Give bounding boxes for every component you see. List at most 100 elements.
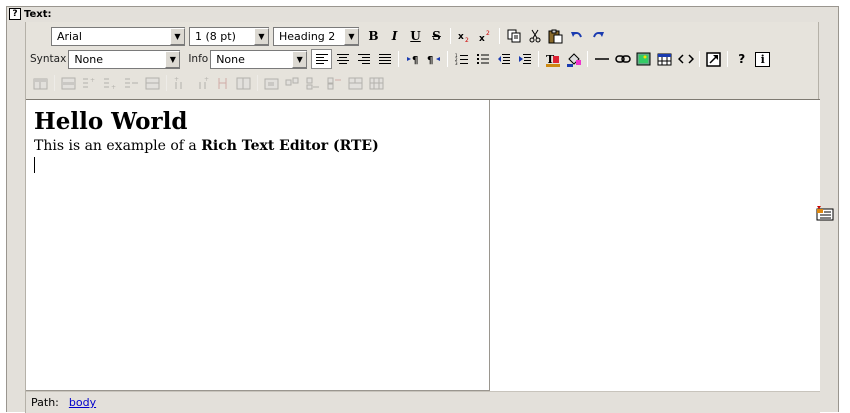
cell-delete-button[interactable] <box>324 73 345 93</box>
row-insert-above-button[interactable]: + <box>79 73 100 93</box>
rtl-icon: ¶ <box>427 55 440 65</box>
about-button[interactable]: i <box>752 49 773 69</box>
toggle-html-source-button[interactable] <box>675 49 696 69</box>
unordered-list-button[interactable] <box>472 49 493 69</box>
block-format-select[interactable]: Heading 2 ▼ <box>273 26 359 46</box>
chevron-down-icon[interactable]: ▼ <box>292 50 308 68</box>
indent-button[interactable] <box>514 49 535 69</box>
svg-text:2: 2 <box>486 30 490 37</box>
paste-button[interactable] <box>545 26 566 46</box>
align-center-button[interactable] <box>332 49 353 69</box>
undo-icon <box>570 32 582 38</box>
row-insert-under-button[interactable]: + <box>100 73 121 93</box>
editor-document[interactable]: Hello World This is an example of a Rich… <box>26 100 490 391</box>
row-split-icon <box>145 77 159 90</box>
svg-text:+: + <box>90 77 95 84</box>
svg-text:¶: ¶ <box>412 55 418 65</box>
copy-button[interactable] <box>503 26 524 46</box>
align-right-icon <box>357 54 370 64</box>
column-delete-button[interactable] <box>212 73 233 93</box>
undo-button[interactable] <box>566 26 587 46</box>
toolbar-row-formatting: Arial ▼ 1 (8 pt) ▼ Heading 2 ▼ B I U S x… <box>51 25 608 47</box>
table-icon <box>657 53 672 65</box>
chevron-down-icon[interactable]: ▼ <box>165 50 181 68</box>
underline-button[interactable]: U <box>405 26 426 46</box>
cell-split-button[interactable] <box>345 73 366 93</box>
superscript-button[interactable]: x2 <box>475 26 496 46</box>
rich-text-editor: Arial ▼ 1 (8 pt) ▼ Heading 2 ▼ B I U S x… <box>25 22 820 413</box>
path-body-link[interactable]: body <box>69 396 96 409</box>
field-label: Text: <box>24 8 52 20</box>
link-icon <box>614 55 631 63</box>
toolbar-separator <box>447 51 449 67</box>
editor-area: Hello World This is an example of a Rich… <box>26 99 820 391</box>
align-left-icon <box>315 54 328 64</box>
svg-text:+: + <box>174 76 179 83</box>
highlight-color-button[interactable] <box>563 49 584 69</box>
svg-text:3: 3 <box>455 61 458 65</box>
horizontal-rule-button[interactable] <box>591 49 612 69</box>
align-center-icon <box>336 54 349 64</box>
info-icon: i <box>755 51 771 67</box>
insert-link-button[interactable] <box>612 49 633 69</box>
cell-insert-after-button[interactable] <box>303 73 324 93</box>
document-paragraph: This is an example of a Rich Text Editor… <box>34 137 481 155</box>
text-color-button[interactable]: T <box>542 49 563 69</box>
toolbar-separator <box>54 75 55 91</box>
bold-button[interactable]: B <box>363 26 384 46</box>
cell-insert-before-button[interactable] <box>282 73 303 93</box>
subscript-button[interactable]: x2 <box>454 26 475 46</box>
fullscreen-button[interactable] <box>703 49 724 69</box>
font-size-select[interactable]: 1 (8 pt) ▼ <box>189 26 269 46</box>
help-button[interactable]: ? <box>731 49 752 69</box>
paragraph-bold-text: Rich Text Editor (RTE) <box>201 138 379 154</box>
rte-field-container: ? Text: Arial ▼ 1 (8 pt) ▼ Heading 2 ▼ B… <box>6 6 839 413</box>
outdent-button[interactable] <box>493 49 514 69</box>
justify-button[interactable] <box>374 49 395 69</box>
cut-button[interactable] <box>524 26 545 46</box>
svg-text:x: x <box>458 32 464 42</box>
insert-table-button[interactable] <box>654 49 675 69</box>
column-insert-before-icon: + <box>174 76 181 89</box>
cell-properties-button[interactable] <box>261 73 282 93</box>
table-row-icon <box>61 77 75 90</box>
info-select[interactable]: None ▼ <box>210 49 308 69</box>
chevron-down-icon[interactable]: ▼ <box>344 27 359 45</box>
ltr-icon: ¶ <box>406 55 418 65</box>
row-insert-under-icon: + <box>103 78 116 90</box>
ltr-button[interactable]: ¶ <box>402 49 423 69</box>
toolbar-row-paragraph: Syntax None ▼ Info None ▼ ¶ ¶ 1 2 3 T ? … <box>30 48 773 70</box>
paragraph-text: This is an example of a <box>34 138 197 154</box>
font-family-value: Arial <box>57 29 82 43</box>
path-label: Path: <box>31 396 59 409</box>
row-split-button[interactable] <box>142 73 163 93</box>
table-properties-button[interactable] <box>30 73 51 93</box>
redo-button[interactable] <box>587 26 608 46</box>
help-icon[interactable]: ? <box>9 8 21 20</box>
svg-text:¶: ¶ <box>427 55 433 65</box>
column-insert-before-button[interactable]: + <box>170 73 191 93</box>
cell-split-icon <box>348 77 362 90</box>
strikethrough-button[interactable]: S <box>426 26 447 46</box>
row-properties-button[interactable] <box>58 73 79 93</box>
document-heading: Hello World <box>34 108 188 135</box>
column-split-button[interactable] <box>233 73 254 93</box>
column-insert-after-button[interactable]: + <box>191 73 212 93</box>
row-delete-button[interactable] <box>121 73 142 93</box>
insert-image-button[interactable] <box>633 49 654 69</box>
cell-merge-button[interactable] <box>366 73 387 93</box>
cell-insert-before-icon <box>285 77 298 86</box>
syntax-select[interactable]: None ▼ <box>68 49 181 69</box>
ordered-list-button[interactable]: 123 <box>451 49 472 69</box>
align-right-button[interactable] <box>353 49 374 69</box>
font-family-select[interactable]: Arial ▼ <box>51 26 185 46</box>
chevron-down-icon[interactable]: ▼ <box>254 27 269 45</box>
toolbar-separator <box>727 51 729 67</box>
rtl-button[interactable]: ¶ <box>423 49 444 69</box>
chevron-down-icon[interactable]: ▼ <box>170 27 185 45</box>
align-left-button[interactable] <box>311 49 333 69</box>
toolbar-row-table: + + + + <box>30 72 387 94</box>
table-properties-icon <box>33 78 47 90</box>
italic-button[interactable]: I <box>384 26 405 46</box>
field-wizard-icon[interactable] <box>816 206 834 221</box>
